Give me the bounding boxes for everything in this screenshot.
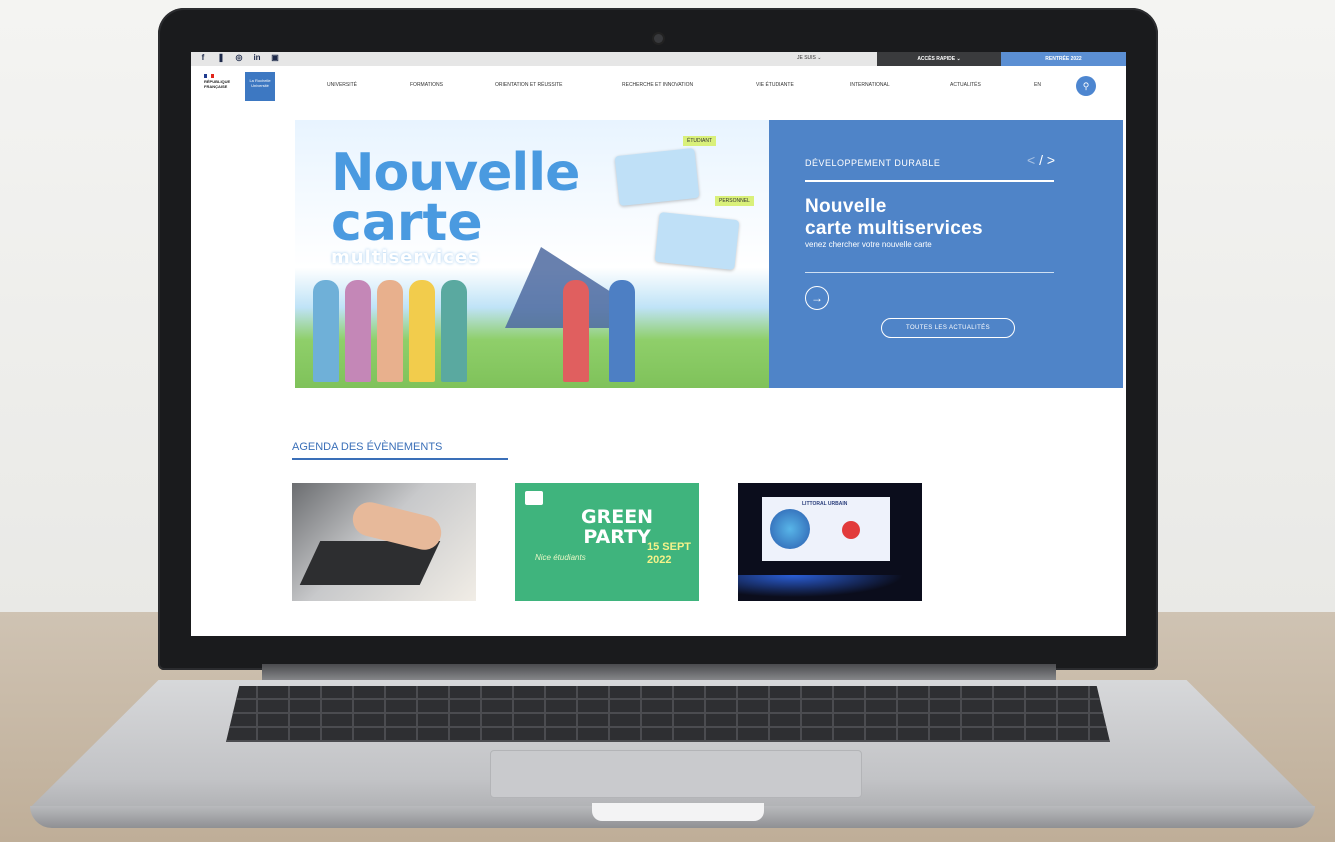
all-news-button[interactable]: TOUTES LES ACTUALITÉS <box>881 318 1015 338</box>
event-caption: Nice étudiants <box>535 553 586 562</box>
nav-item-recherche[interactable]: RECHERCHE ET INNOVATION <box>622 82 756 88</box>
event-date: 15 SEPT 2022 <box>647 541 691 567</box>
hero-image[interactable]: Nouvelle carte multiservices ÉTUDIANT PE… <box>295 120 769 388</box>
event-date-line: 15 SEPT <box>647 541 692 553</box>
red-badge-icon <box>842 521 860 539</box>
je-suis-dropdown[interactable]: JE SUIS ⌄ <box>797 55 821 61</box>
staff-card-illustration <box>654 211 740 271</box>
divider <box>805 272 1054 273</box>
univ-logo-line: Université <box>251 83 269 88</box>
nav-item-vie-etudiante[interactable]: VIE ÉTUDIANTE <box>756 82 850 88</box>
search-button[interactable]: ⚲ <box>1076 76 1096 96</box>
event-date-line: 2022 <box>647 554 672 566</box>
student-tag: ÉTUDIANT <box>683 136 716 146</box>
hero-image-title-line: Nouvelle <box>331 143 580 203</box>
main-header: RÉPUBLIQUE FRANÇAISE La Rochelle Univers… <box>191 66 1126 106</box>
hero-image-title: Nouvelle carte multiservices <box>331 143 580 268</box>
agenda-title: AGENDA DES ÉVÈNEMENTS <box>292 441 443 453</box>
read-more-arrow-icon[interactable]: → <box>805 286 829 310</box>
nav-item-formations[interactable]: FORMATIONS <box>410 82 495 88</box>
staff-tag: PERSONNEL <box>715 196 754 206</box>
slider-next-button[interactable]: > <box>1047 152 1055 168</box>
event-title: GREEN PARTY <box>581 507 653 547</box>
hero-subtitle: venez chercher votre nouvelle carte <box>805 240 932 249</box>
browser-screen: f ❚ ◎ in ▣ JE SUIS ⌄ ACCÈS RAPIDE ⌄ RENT… <box>191 52 1126 636</box>
laptop-camera <box>654 34 663 43</box>
facebook-icon[interactable]: f <box>199 53 207 62</box>
globe-icon <box>770 509 810 549</box>
event-card-green-party[interactable]: GREEN PARTY 15 SEPT 2022 Nice étudiants <box>515 483 699 601</box>
laptop-notch <box>592 803 764 821</box>
instagram-icon[interactable]: ◎ <box>235 53 243 62</box>
student-card-illustration <box>614 147 700 207</box>
event-logo-icon <box>525 491 543 505</box>
linkedin-icon[interactable]: in <box>253 53 261 62</box>
hero-title-line: Nouvelle <box>805 196 887 217</box>
hero-title[interactable]: Nouvelle carte multiservices <box>805 196 983 240</box>
event-title-line: PARTY <box>583 526 651 548</box>
language-switch[interactable]: EN <box>1034 82 1064 88</box>
twitter-icon[interactable]: ❚ <box>217 53 225 62</box>
nav-item-universite[interactable]: UNIVERSITÉ <box>327 82 410 88</box>
nav-item-international[interactable]: INTERNATIONAL <box>850 82 950 88</box>
hero-image-title-line: multiservices <box>331 247 480 268</box>
main-nav: UNIVERSITÉ FORMATIONS ORIENTATION ET RÉU… <box>327 82 1064 88</box>
laptop-keyboard <box>226 686 1110 742</box>
laptop-trackpad <box>490 750 862 798</box>
slider-separator: / <box>1039 152 1043 168</box>
event-card-conference[interactable]: LITTORAL URBAIN <box>738 483 922 601</box>
people-illustration <box>313 280 635 382</box>
rentree-link[interactable]: RENTRÉE 2022 <box>1001 52 1126 66</box>
slider-prev-button[interactable]: < <box>1027 152 1035 168</box>
hero-title-line: carte multiservices <box>805 218 983 239</box>
nav-item-actualites[interactable]: ACTUALITÉS <box>950 82 1034 88</box>
gov-logo-line: FRANÇAISE <box>204 84 228 89</box>
slide-title: LITTORAL URBAIN <box>802 501 848 507</box>
stage-illustration <box>738 575 922 601</box>
republique-francaise-logo[interactable]: RÉPUBLIQUE FRANÇAISE <box>204 74 238 89</box>
slider-controls: < / > <box>1027 152 1055 168</box>
hero-panel: DÉVELOPPEMENT DURABLE < / > Nouvelle car… <box>769 120 1123 388</box>
university-logo[interactable]: La Rochelle Université <box>245 72 275 101</box>
youtube-icon[interactable]: ▣ <box>271 53 279 62</box>
laptop-hinge <box>262 664 1056 682</box>
utility-bar: f ❚ ◎ in ▣ JE SUIS ⌄ ACCÈS RAPIDE ⌄ RENT… <box>191 52 1126 66</box>
social-links: f ❚ ◎ in ▣ <box>199 53 279 62</box>
french-flag-icon <box>204 74 214 78</box>
acces-rapide-dropdown[interactable]: ACCÈS RAPIDE ⌄ <box>877 52 1001 66</box>
event-title-line: GREEN <box>581 506 654 528</box>
search-icon: ⚲ <box>1082 81 1090 91</box>
nav-item-orientation[interactable]: ORIENTATION ET RÉUSSITE <box>495 82 622 88</box>
hero-category: DÉVELOPPEMENT DURABLE <box>805 158 941 168</box>
hero-image-title-line: carte <box>331 193 483 253</box>
event-card-typing[interactable] <box>292 483 476 601</box>
divider <box>805 180 1054 182</box>
agenda-underline <box>292 458 508 460</box>
